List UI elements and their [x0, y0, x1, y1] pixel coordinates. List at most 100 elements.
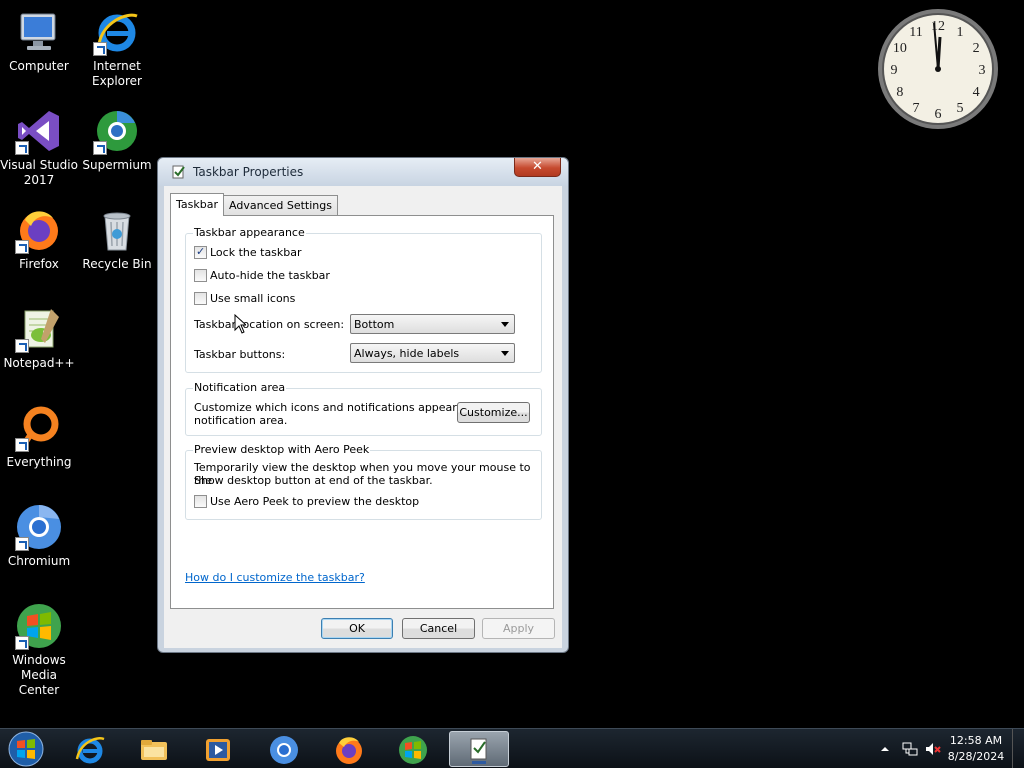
shortcut-arrow-icon	[93, 141, 107, 155]
desktop-icon-supermium[interactable]: Supermium	[78, 107, 156, 173]
shortcut-arrow-icon	[15, 339, 29, 353]
taskbar-properties-icon	[172, 165, 185, 179]
cancel-button[interactable]: Cancel	[402, 618, 475, 639]
location-select[interactable]: Bottom	[350, 314, 515, 334]
firefox-icon	[15, 206, 63, 254]
volume-muted-icon[interactable]	[925, 741, 941, 757]
help-link[interactable]: How do I customize the taskbar?	[185, 571, 365, 584]
shortcut-arrow-icon	[15, 537, 29, 551]
notification-text-line1: Customize which icons and notifications …	[194, 401, 492, 414]
tray-clock[interactable]: 12:58 AM 8/28/2024	[946, 733, 1006, 765]
clock-numeral: 12	[931, 19, 945, 34]
desktop-icon-label: Windows Media Center	[12, 653, 66, 697]
taskbar-chromium[interactable]	[256, 731, 312, 767]
show-desktop-button[interactable]	[1012, 729, 1024, 768]
notification-text-line2: notification area.	[194, 414, 288, 427]
group-title-aero-peek: Preview desktop with Aero Peek	[193, 443, 371, 456]
taskbar-buttons-select[interactable]: Always, hide labels	[350, 343, 515, 363]
desktop-icon-label: Internet Explorer	[92, 59, 142, 88]
tab-panel-taskbar: Taskbar appearance Lock the taskbar Auto…	[170, 215, 554, 609]
auto-hide-label: Auto-hide the taskbar	[210, 269, 330, 282]
desktop-icon-chromium[interactable]: Chromium	[0, 503, 78, 569]
taskbar-internet-explorer[interactable]	[62, 731, 118, 767]
recycle-bin-icon	[93, 206, 141, 254]
chevron-down-icon	[501, 351, 509, 356]
auto-hide-checkbox[interactable]	[194, 269, 207, 282]
clock-numeral: 6	[935, 107, 942, 122]
close-button[interactable]: ✕	[514, 158, 561, 177]
windows-logo-icon	[8, 731, 44, 767]
computer-icon	[15, 8, 63, 56]
desktop-icon-label: Everything	[6, 455, 72, 469]
chromium-icon	[15, 503, 63, 551]
network-icon[interactable]	[902, 741, 918, 757]
clock-numeral: 7	[913, 101, 920, 116]
clock-numeral: 3	[979, 63, 986, 78]
aero-peek-label: Use Aero Peek to preview the desktop	[210, 495, 420, 508]
taskbar-taskbar-properties[interactable]	[449, 731, 509, 767]
mouse-cursor-icon	[234, 314, 246, 334]
shortcut-arrow-icon	[93, 42, 107, 56]
taskbar-properties-icon	[470, 738, 487, 764]
ok-button[interactable]: OK	[321, 618, 393, 639]
visual-studio-icon	[15, 107, 63, 155]
taskbar-windows-media-center[interactable]	[385, 731, 441, 767]
tab-advanced-settings[interactable]: Advanced Settings	[223, 195, 338, 215]
dialog-titlebar[interactable]: Taskbar Properties ✕	[158, 158, 568, 186]
group-taskbar-appearance: Taskbar appearance Lock the taskbar Auto…	[185, 226, 542, 373]
group-notification-area: Notification area Customize which icons …	[185, 381, 542, 436]
internet-explorer-icon	[93, 8, 141, 56]
clock-numeral: 9	[891, 63, 898, 78]
desktop-icon-visual-studio[interactable]: Visual Studio 2017	[0, 107, 78, 188]
customize-button[interactable]: Customize...	[457, 402, 530, 423]
group-title-notification: Notification area	[193, 381, 287, 394]
lock-taskbar-checkbox[interactable]	[194, 245, 207, 259]
clock-numeral: 5	[957, 101, 964, 116]
desktop-icon-internet-explorer[interactable]: Internet Explorer	[78, 8, 156, 89]
tab-taskbar[interactable]: Taskbar	[170, 193, 224, 216]
shortcut-arrow-icon	[15, 438, 29, 452]
taskbar-properties-dialog: Taskbar Properties ✕ Taskbar Advanced Se…	[157, 157, 569, 653]
desktop-icon-label: Supermium	[82, 158, 152, 172]
tray-date: 8/28/2024	[947, 750, 1005, 763]
location-select-value: Bottom	[354, 318, 395, 331]
start-button[interactable]	[7, 730, 45, 768]
shortcut-arrow-icon	[15, 636, 29, 650]
shortcut-arrow-icon	[15, 141, 29, 155]
taskbar-file-explorer[interactable]	[126, 731, 182, 767]
desktop-icon-everything[interactable]: Everything	[0, 404, 78, 470]
taskbar: 12:58 AM 8/28/2024	[0, 728, 1024, 768]
buttons-label: Taskbar buttons:	[194, 348, 286, 361]
desktop-icon-windows-media-center[interactable]: Windows Media Center	[0, 602, 78, 698]
clock-numeral: 2	[973, 41, 980, 56]
location-label: Taskbar location on screen:	[194, 318, 345, 331]
desktop-icon-recycle-bin[interactable]: Recycle Bin	[78, 206, 156, 272]
desktop-icon-notepad-plus-plus[interactable]: Notepad++	[0, 305, 78, 371]
chromium-icon	[270, 736, 298, 764]
taskbar-media-player[interactable]	[190, 731, 246, 767]
windows-media-center-icon	[15, 602, 63, 650]
aero-peek-checkbox[interactable]	[194, 495, 207, 508]
taskbar-buttons-select-value: Always, hide labels	[354, 347, 460, 360]
everything-search-icon	[15, 404, 63, 452]
desktop-icon-label: Chromium	[7, 554, 71, 568]
taskbar-firefox[interactable]	[321, 731, 377, 767]
shortcut-arrow-icon	[15, 240, 29, 254]
small-icons-checkbox[interactable]	[194, 292, 207, 305]
group-title-appearance: Taskbar appearance	[193, 226, 306, 239]
desktop-icon-firefox[interactable]: Firefox	[0, 206, 78, 272]
apply-button: Apply	[482, 618, 555, 639]
lock-taskbar-label: Lock the taskbar	[210, 246, 302, 259]
desktop-icon-computer[interactable]: Computer	[0, 8, 78, 74]
notification-tray	[876, 729, 946, 768]
notepad-plus-plus-icon	[15, 305, 63, 353]
clock-gadget[interactable]: 12 1 2 3 4 5 6 7 8 9 10 11	[876, 7, 1000, 131]
desktop-icon-label: Notepad++	[3, 356, 75, 370]
show-hidden-icons-icon[interactable]	[880, 744, 890, 754]
clock-numeral: 1	[957, 25, 964, 40]
peek-text-line2: Show desktop button at end of the taskba…	[194, 474, 433, 487]
group-aero-peek: Preview desktop with Aero Peek Temporari…	[185, 443, 542, 520]
clock-numeral: 11	[909, 25, 922, 40]
desktop-icon-label: Computer	[9, 59, 69, 73]
windows-media-center-icon	[399, 736, 427, 764]
